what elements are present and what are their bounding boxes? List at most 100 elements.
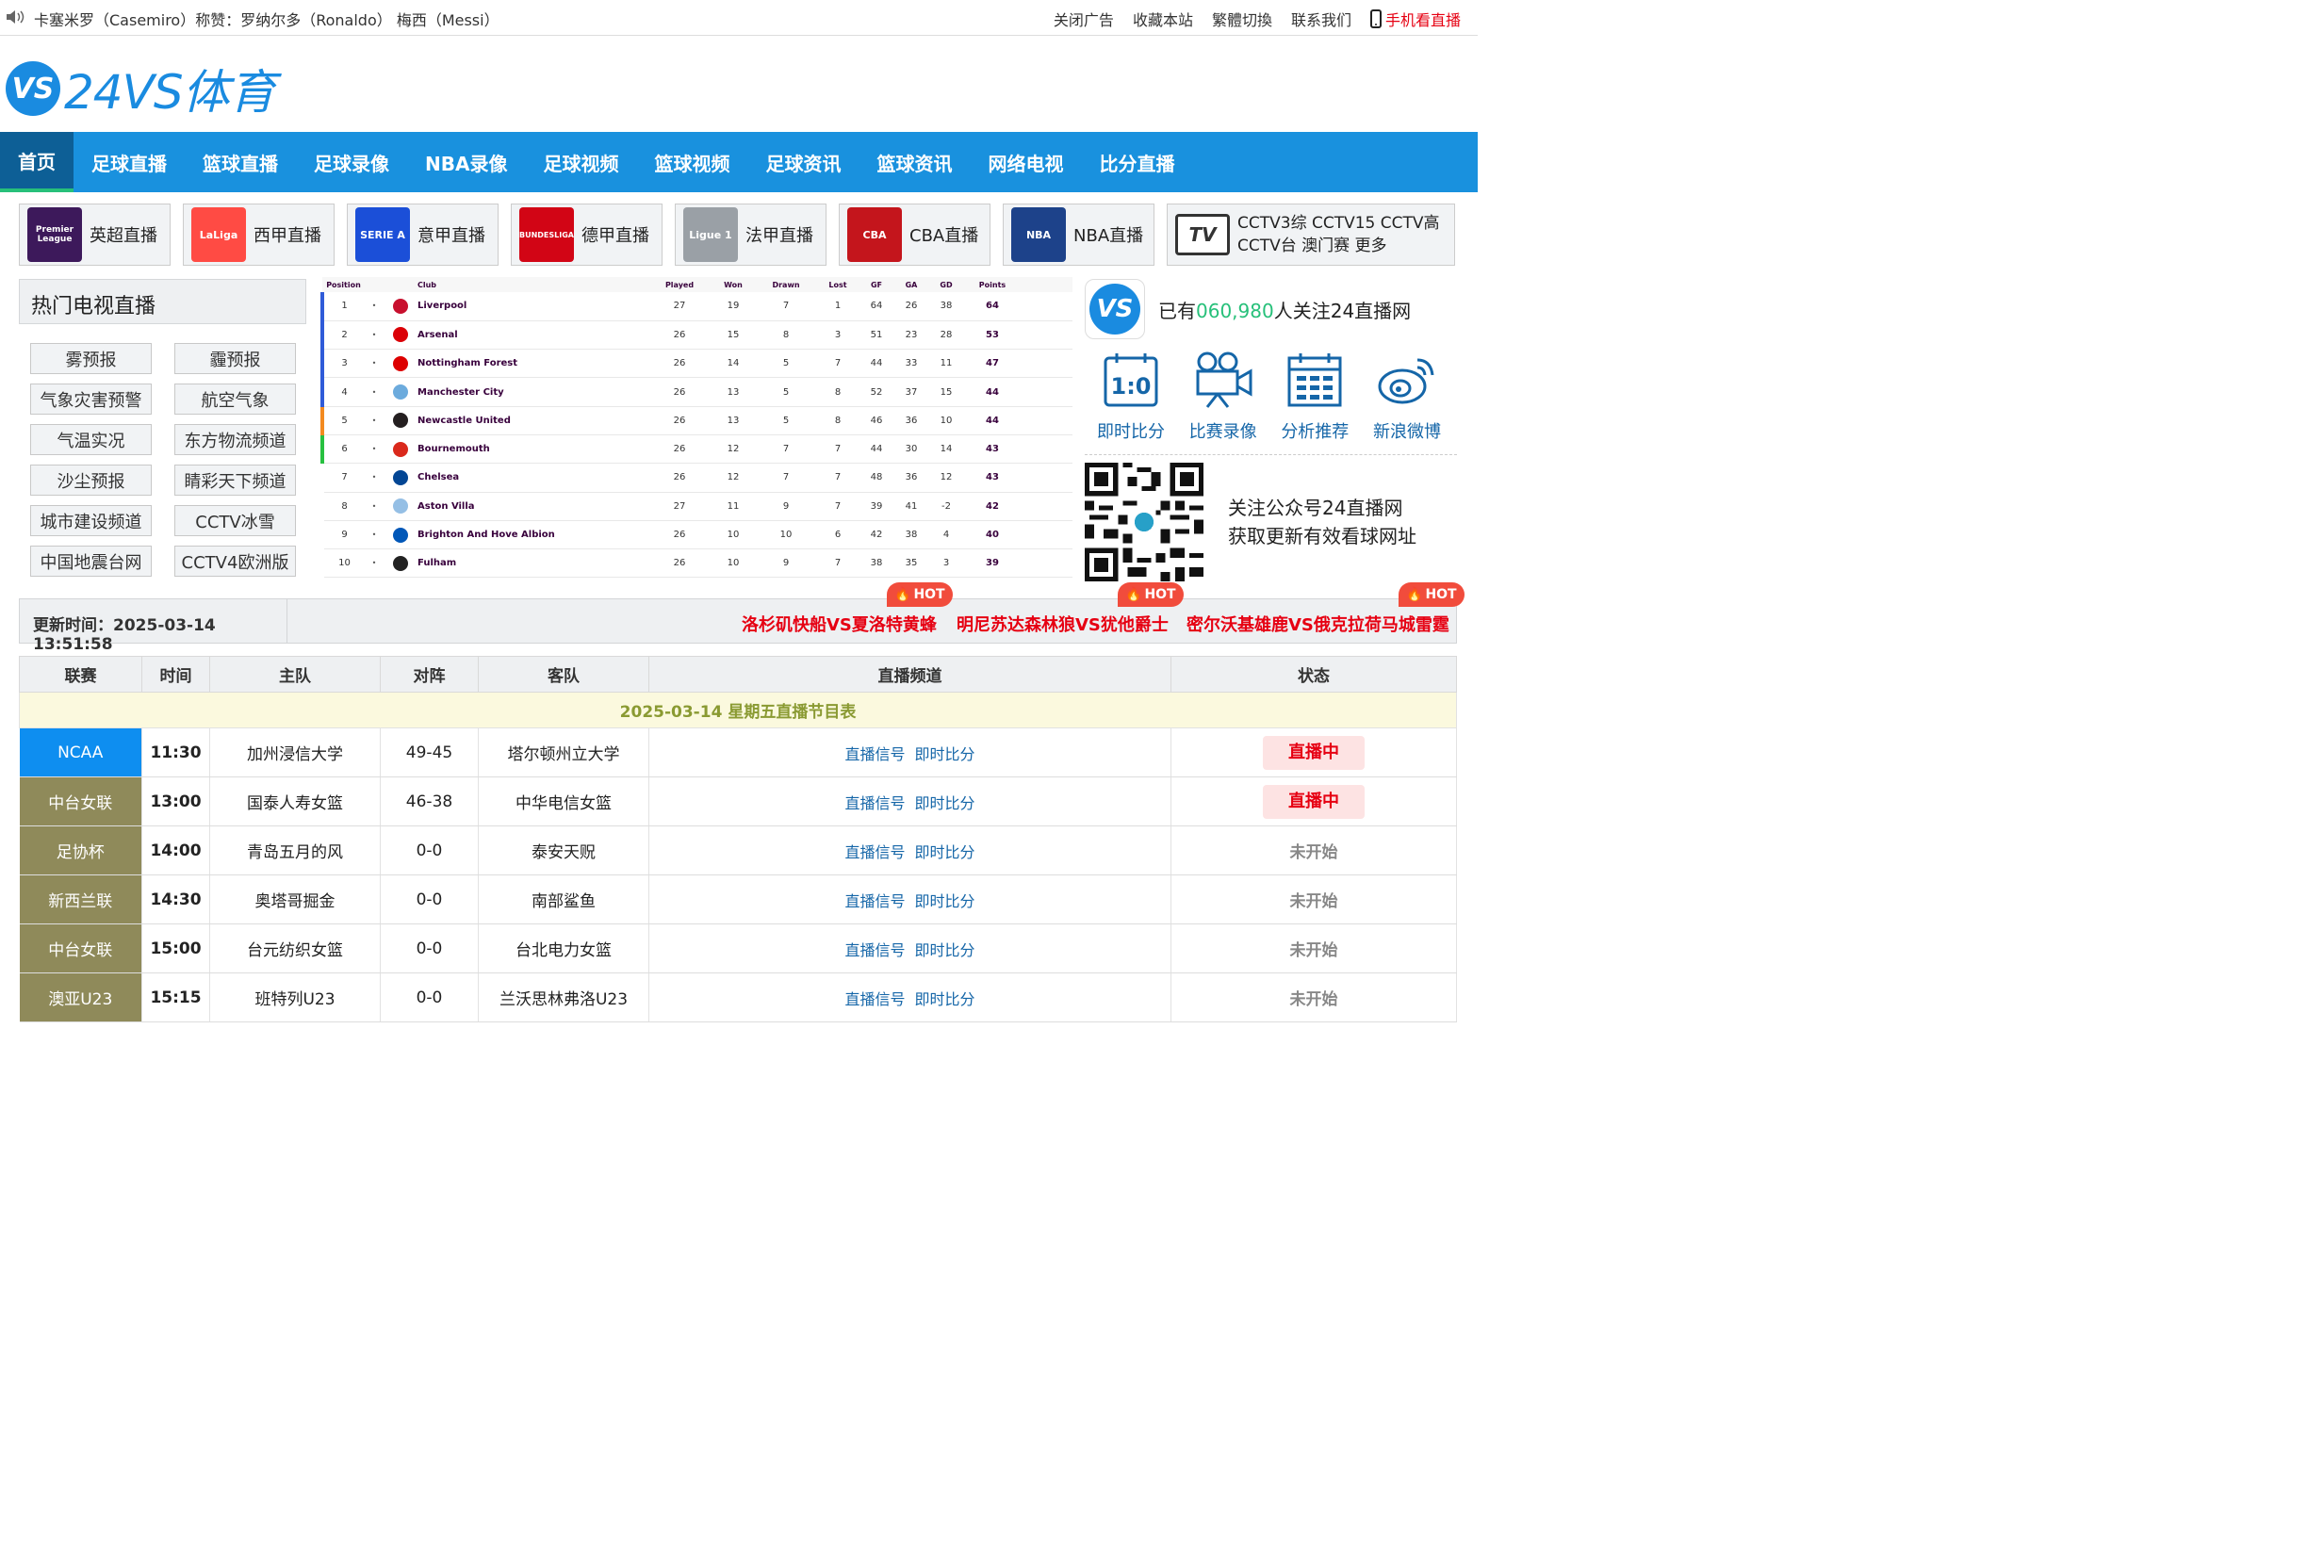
live-signal-link[interactable]: 直播信号 <box>844 745 905 763</box>
nav-basketball-news[interactable]: 篮球资讯 <box>859 132 970 192</box>
league-cell[interactable]: 中台女联 <box>19 776 142 826</box>
mobile-link[interactable]: 手机看直播 <box>1369 8 1461 30</box>
standings-row[interactable]: 8 • Aston Villa 27 11 9 7 39 41 -2 42 <box>322 492 1072 521</box>
tv-channel-button[interactable]: 中国地震台网 <box>30 546 152 577</box>
nav-football-news[interactable]: 足球资讯 <box>747 132 859 192</box>
standings-row[interactable]: 3 • Nottingham Forest 26 14 5 7 44 33 11 47 <box>320 349 1072 379</box>
tv-channel-button[interactable]: 霾预报 <box>174 343 296 374</box>
league-ligue1[interactable]: Ligue 1 法甲直播 <box>675 204 826 266</box>
home-team[interactable]: 班特列U23 <box>209 972 381 1022</box>
league-nba[interactable]: NBA NBA直播 <box>1003 204 1154 266</box>
scoreboard-icon: 1:0 <box>1104 353 1158 407</box>
home-team[interactable]: 奥塔哥掘金 <box>209 874 381 924</box>
league-serie-a[interactable]: SERIE A 意甲直播 <box>347 204 499 266</box>
league-bundesliga[interactable]: BUNDESLIGA 德甲直播 <box>511 204 663 266</box>
league-cell[interactable]: 足协杯 <box>19 825 142 875</box>
speaker-icon <box>6 9 26 28</box>
replay-shortcut[interactable]: 比赛录像 <box>1183 351 1264 443</box>
live-signal-link[interactable]: 直播信号 <box>844 843 905 861</box>
home-team[interactable]: 国泰人寿女篮 <box>209 776 381 826</box>
tv-channel-button[interactable]: 气象灾害预警 <box>30 384 152 415</box>
tv-channel-button[interactable]: 东方物流频道 <box>174 424 296 455</box>
away-team[interactable]: 泰安天贶 <box>478 825 649 875</box>
league-cell[interactable]: NCAA <box>19 727 142 777</box>
cctv-channels: CCTV3综 CCTV15 CCTV高 CCTV台 澳门赛 更多 <box>1237 214 1440 255</box>
live-signal-link[interactable]: 直播信号 <box>844 794 905 812</box>
nav-football-replay[interactable]: 足球录像 <box>296 132 407 192</box>
hot-match-link[interactable]: 洛杉矶快船VS夏洛特黄蜂 <box>742 612 937 636</box>
league-cell[interactable]: 澳亚U23 <box>19 972 142 1022</box>
standings-row[interactable]: 7 • Chelsea 26 12 7 7 48 36 12 43 <box>322 463 1072 493</box>
away-team[interactable]: 南部鲨鱼 <box>478 874 649 924</box>
standings-row[interactable]: 5 • Newcastle United 26 13 5 8 46 36 10 44 <box>320 406 1072 435</box>
tv-channel-button[interactable]: 睛彩天下频道 <box>174 465 296 496</box>
league-cctv[interactable]: TV CCTV3综 CCTV15 CCTV高 CCTV台 澳门赛 更多 <box>1167 204 1455 266</box>
position-cell: 4 <box>320 377 365 407</box>
live-status-button[interactable]: 直播中 <box>1263 784 1365 819</box>
league-cba[interactable]: CBA CBA直播 <box>839 204 990 266</box>
won-cell: 10 <box>710 520 757 550</box>
tv-channel-button[interactable]: CCTV4欧洲版 <box>174 546 296 577</box>
standings-row[interactable]: 6 • Bournemouth 26 12 7 7 44 30 14 43 <box>320 434 1072 465</box>
nav-football-live[interactable]: 足球直播 <box>74 132 185 192</box>
club-name: Aston Villa <box>417 492 649 521</box>
tv-channel-button[interactable]: CCTV冰雪 <box>174 505 296 536</box>
nav-football-video[interactable]: 足球视频 <box>525 132 636 192</box>
lost-cell: 8 <box>815 377 860 407</box>
home-team[interactable]: 台元纺织女篮 <box>209 923 381 973</box>
hot-badge-label: HOT <box>1425 587 1457 602</box>
tv-channel-button[interactable]: 沙尘预报 <box>30 465 152 496</box>
time-cell: 14:30 <box>141 874 210 924</box>
site-logo[interactable]: VS 24VS体育 <box>6 55 276 122</box>
away-team[interactable]: 兰沃思林弗洛U23 <box>478 972 649 1022</box>
nav-nba-replay[interactable]: NBA录像 <box>407 132 525 192</box>
tv-channel-button[interactable]: 雾预报 <box>30 343 152 374</box>
live-signal-link[interactable]: 直播信号 <box>844 990 905 1008</box>
away-team[interactable]: 台北电力女篮 <box>478 923 649 973</box>
tv-channel-button[interactable]: 航空气象 <box>174 384 296 415</box>
live-signal-link[interactable]: 直播信号 <box>844 941 905 959</box>
standings-row[interactable]: 1 • Liverpool 27 19 7 1 64 26 38 64 <box>320 292 1072 321</box>
language-switch-link[interactable]: 繁體切換 <box>1212 8 1272 30</box>
header-position: Position <box>322 277 365 292</box>
serie-a-icon: SERIE A <box>355 207 410 262</box>
live-score-link[interactable]: 即时比分 <box>915 745 975 763</box>
nav-live-score[interactable]: 比分直播 <box>1081 132 1192 192</box>
live-signal-link[interactable]: 直播信号 <box>844 892 905 910</box>
nav-home[interactable]: 首页 <box>0 132 74 192</box>
won-cell: 13 <box>710 406 757 435</box>
bookmark-link[interactable]: 收藏本站 <box>1133 8 1193 30</box>
nav-basketball-video[interactable]: 篮球视频 <box>636 132 747 192</box>
away-team[interactable]: 中华电信女篮 <box>478 776 649 826</box>
live-score-shortcut[interactable]: 1:0 即时比分 <box>1090 351 1171 443</box>
standings-row[interactable]: 10 • Fulham 26 10 9 7 38 35 3 39 <box>322 548 1072 579</box>
home-team[interactable]: 青岛五月的风 <box>209 825 381 875</box>
live-score-link[interactable]: 即时比分 <box>915 843 975 861</box>
live-score-link[interactable]: 即时比分 <box>915 892 975 910</box>
league-epl[interactable]: Premier League 英超直播 <box>19 204 171 266</box>
live-score-link[interactable]: 即时比分 <box>915 941 975 959</box>
notice-text[interactable]: 卡塞米罗（Casemiro）称赞：罗纳尔多（Ronaldo） 梅西（Messi） <box>34 8 499 30</box>
league-cell[interactable]: 新西兰联 <box>19 874 142 924</box>
hot-match-link[interactable]: 明尼苏达森林狼VS犹他爵士 <box>957 612 1169 636</box>
league-laliga[interactable]: LaLiga 西甲直播 <box>183 204 335 266</box>
drawn-cell: 7 <box>757 292 815 321</box>
live-status-button[interactable]: 直播中 <box>1263 735 1365 770</box>
analysis-shortcut[interactable]: 分析推荐 <box>1274 351 1355 443</box>
nav-web-tv[interactable]: 网络电视 <box>970 132 1081 192</box>
live-score-link[interactable]: 即时比分 <box>915 990 975 1008</box>
away-team[interactable]: 塔尔顿州立大学 <box>478 727 649 777</box>
nav-basketball-live[interactable]: 篮球直播 <box>185 132 296 192</box>
home-team[interactable]: 加州浸信大学 <box>209 727 381 777</box>
standings-row[interactable]: 2 • Arsenal 26 15 8 3 51 23 28 53 <box>320 320 1072 351</box>
tv-channel-button[interactable]: 城市建设频道 <box>30 505 152 536</box>
hot-match-link[interactable]: 密尔沃基雄鹿VS俄克拉荷马城雷霆 <box>1187 612 1449 636</box>
live-score-link[interactable]: 即时比分 <box>915 794 975 812</box>
standings-row[interactable]: 4 • Manchester City 26 13 5 8 52 37 15 44 <box>320 377 1072 407</box>
close-ads-link[interactable]: 关闭广告 <box>1054 8 1114 30</box>
contact-link[interactable]: 联系我们 <box>1291 8 1351 30</box>
weibo-shortcut[interactable]: 新浪微博 <box>1367 351 1448 443</box>
league-cell[interactable]: 中台女联 <box>19 923 142 973</box>
standings-row[interactable]: 9 • Brighton And Hove Albion 26 10 10 6 42 38 4 40 <box>322 520 1072 550</box>
tv-channel-button[interactable]: 气温实况 <box>30 424 152 455</box>
